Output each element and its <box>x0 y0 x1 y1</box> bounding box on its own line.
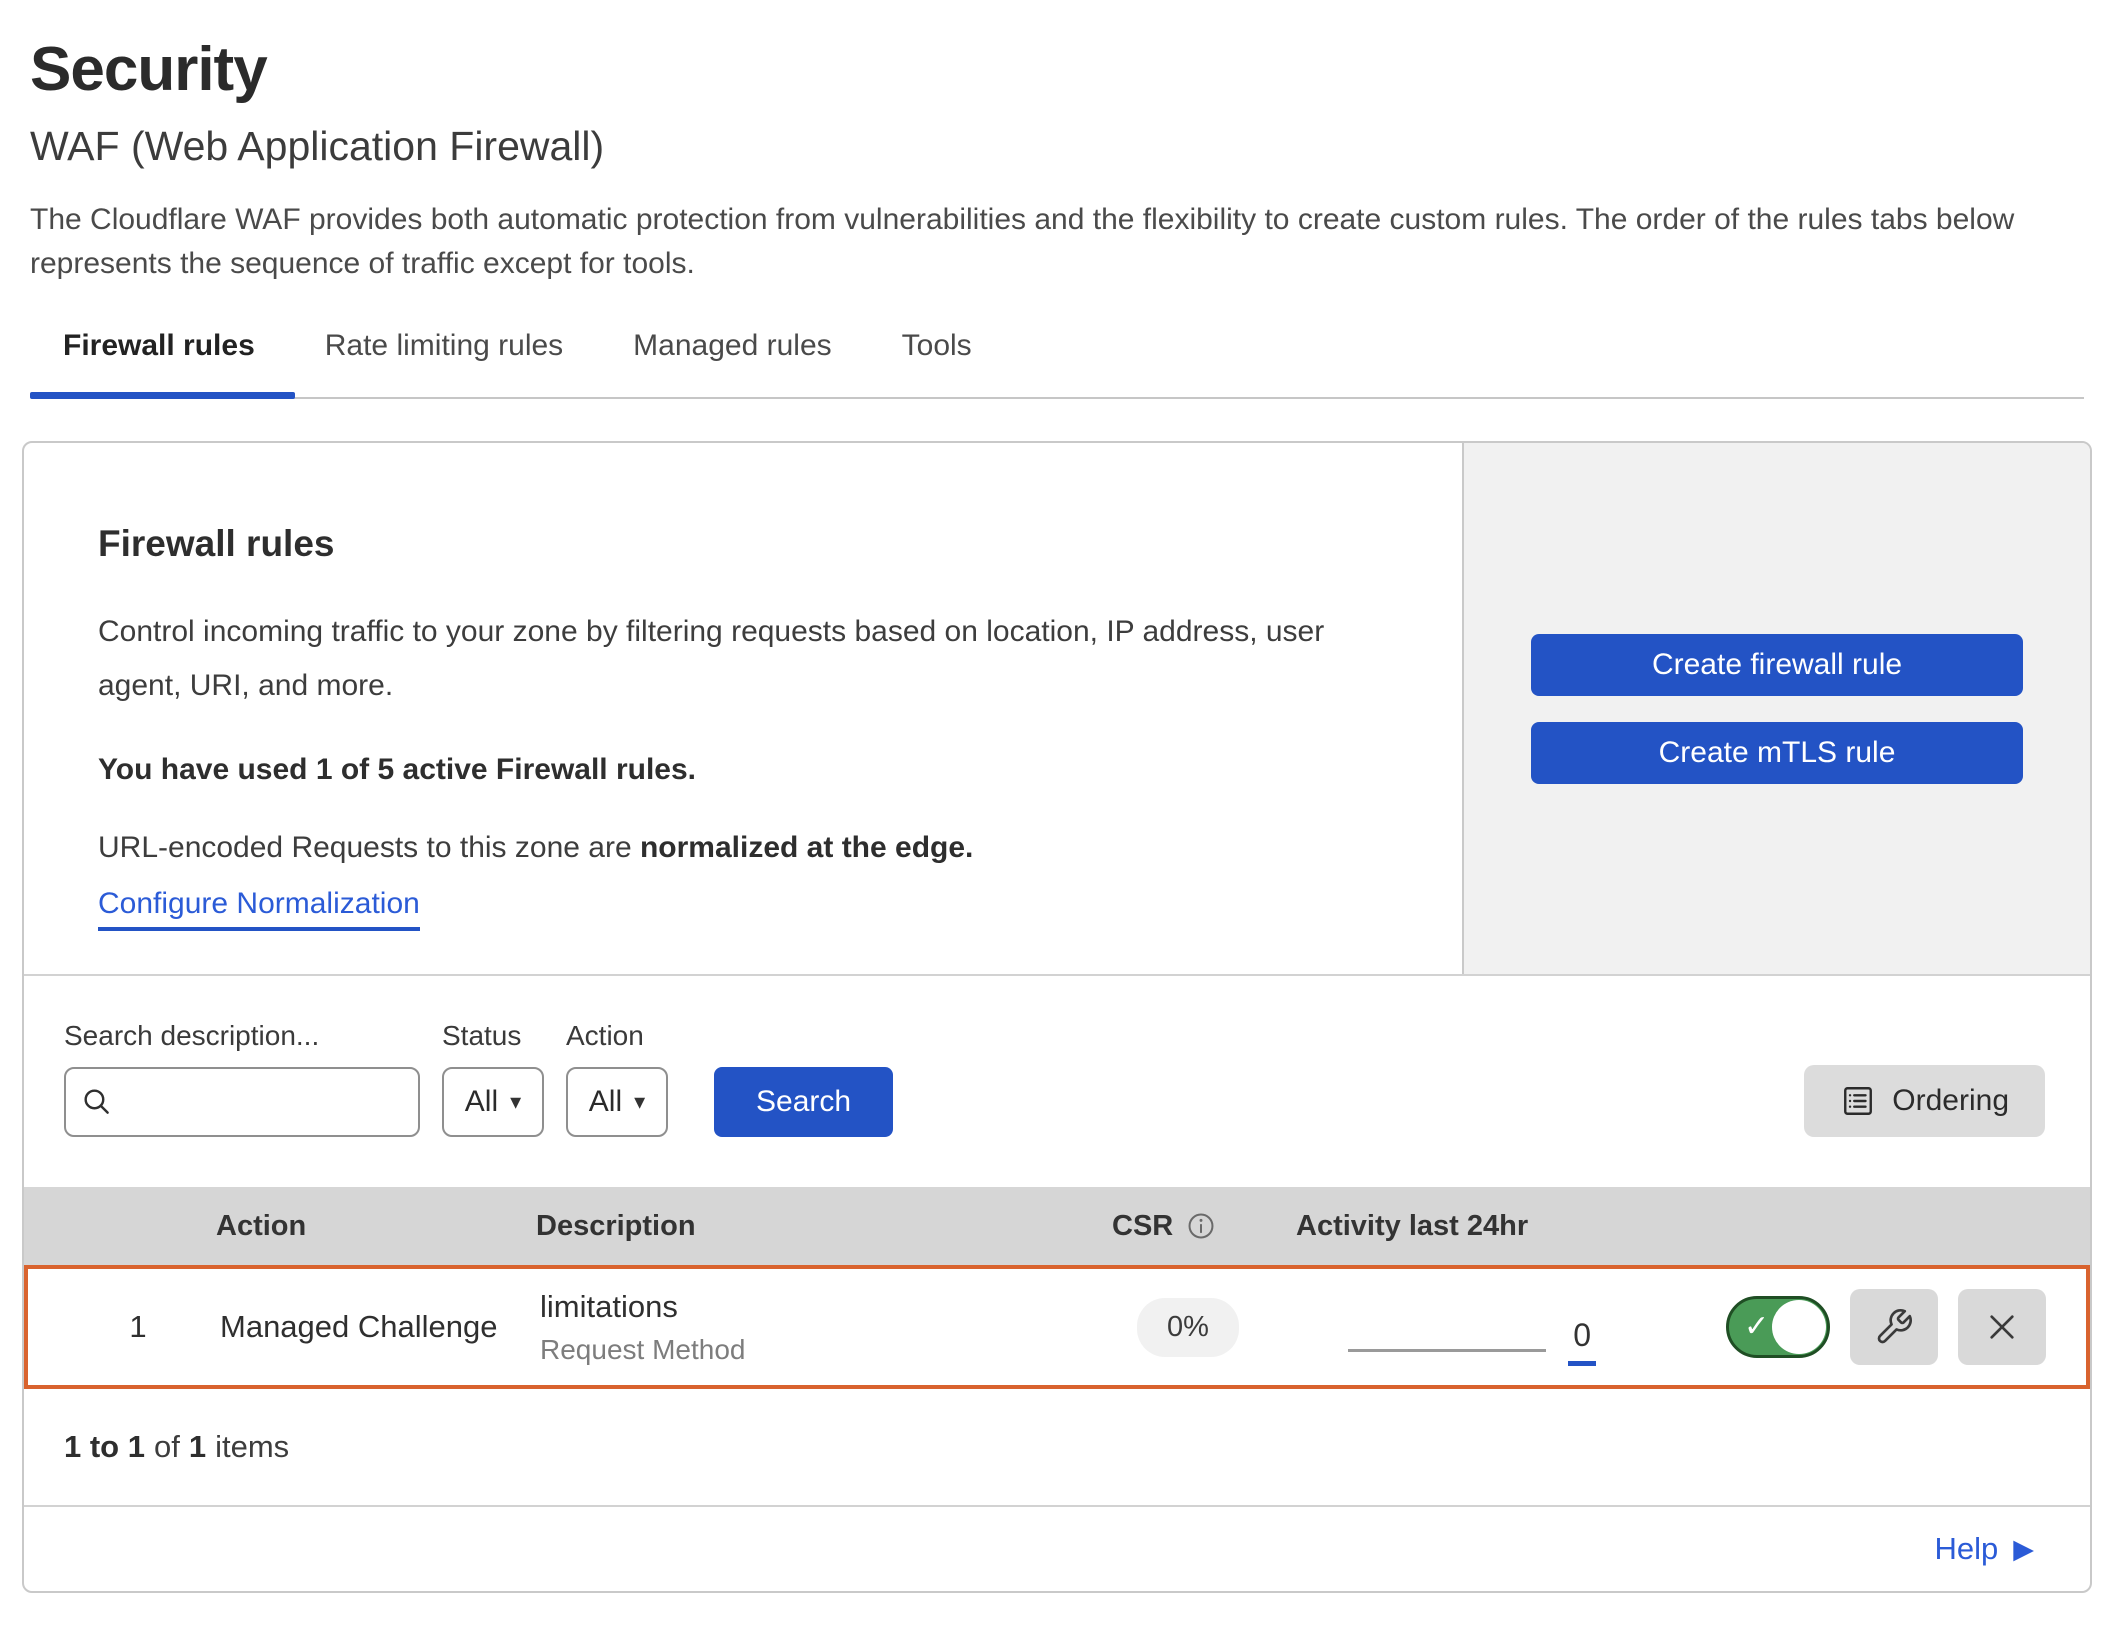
create-firewall-rule-button[interactable]: Create firewall rule <box>1531 634 2023 696</box>
rule-priority: 1 <box>68 1309 208 1345</box>
firewall-rules-info: Firewall rules Control incoming traffic … <box>24 443 1462 974</box>
card-actions-panel: Create firewall rule Create mTLS rule <box>1462 443 2090 974</box>
normalization-note: URL-encoded Requests to this zone are no… <box>98 831 1382 865</box>
chevron-down-icon: ▾ <box>634 1089 645 1115</box>
table-header: Action Description CSR Activity last 24h… <box>24 1187 2090 1265</box>
search-filter-group: Search description... <box>64 1020 420 1137</box>
action-label: Action <box>566 1020 668 1052</box>
close-icon <box>1983 1308 2021 1346</box>
help-link-label: Help <box>1934 1531 1998 1567</box>
items-range: 1 to 1 <box>64 1429 145 1465</box>
column-header-action: Action <box>204 1210 524 1243</box>
edit-rule-button[interactable] <box>1850 1289 1938 1365</box>
action-dropdown[interactable]: All ▾ <box>566 1067 668 1137</box>
rule-action: Managed Challenge <box>208 1309 528 1345</box>
ordering-list-icon <box>1840 1083 1876 1119</box>
column-header-description: Description <box>524 1210 1084 1243</box>
page-title: Security <box>30 34 2084 105</box>
chevron-down-icon: ▾ <box>510 1089 521 1115</box>
search-button[interactable]: Search <box>714 1067 893 1137</box>
info-icon[interactable] <box>1185 1210 1217 1242</box>
configure-normalization-link[interactable]: Configure Normalization <box>98 887 420 931</box>
ordering-button-label: Ordering <box>1892 1084 2009 1118</box>
card-heading: Firewall rules <box>98 523 1382 565</box>
help-bar: Help ▶ <box>24 1507 2090 1591</box>
items-of-label: of <box>154 1429 180 1465</box>
rule-csr-cell: 0% <box>1088 1298 1288 1357</box>
check-icon: ✓ <box>1744 1309 1769 1344</box>
filter-controls: Search description... Status <box>64 1020 893 1137</box>
firewall-rules-card: Firewall rules Control incoming traffic … <box>22 441 2092 1593</box>
status-dropdown-value: All <box>465 1085 498 1119</box>
card-description: Control incoming traffic to your zone by… <box>98 605 1382 713</box>
status-filter-group: Status All ▾ <box>442 1020 544 1137</box>
tab-firewall-rules[interactable]: Firewall rules <box>63 329 255 397</box>
ordering-button[interactable]: Ordering <box>1804 1065 2045 1137</box>
help-link[interactable]: Help ▶ <box>1934 1531 2034 1567</box>
delete-rule-button[interactable] <box>1958 1289 2046 1365</box>
activity-sparkline <box>1348 1349 1546 1352</box>
csr-header-label: CSR <box>1112 1210 1173 1243</box>
page-description: The Cloudflare WAF provides both automat… <box>30 198 2084 285</box>
security-waf-page: Security WAF (Web Application Firewall) … <box>0 0 2114 1593</box>
tab-bar: Firewall rules Rate limiting rules Manag… <box>63 329 2084 399</box>
page-subtitle: WAF (Web Application Firewall) <box>30 123 2084 170</box>
wrench-icon <box>1874 1307 1914 1347</box>
rule-description: limitations <box>540 1289 1088 1325</box>
column-header-csr: CSR <box>1084 1210 1284 1243</box>
csr-badge: 0% <box>1137 1298 1239 1357</box>
rule-description-cell: limitations Request Method <box>528 1289 1088 1366</box>
activity-count-link[interactable]: 0 <box>1568 1317 1596 1366</box>
column-header-activity: Activity last 24hr <box>1284 1210 2050 1243</box>
normalization-text: URL-encoded Requests to this zone are <box>98 831 640 864</box>
rule-enabled-toggle[interactable]: ✓ <box>1726 1296 1830 1358</box>
rule-expression-summary: Request Method <box>540 1334 1088 1366</box>
firewall-rule-row[interactable]: 1 Managed Challenge limitations Request … <box>24 1265 2090 1389</box>
usage-summary: You have used 1 of 5 active Firewall rul… <box>98 753 1382 787</box>
search-input[interactable] <box>122 1084 404 1120</box>
items-label: items <box>215 1429 289 1465</box>
arrow-right-icon: ▶ <box>2013 1536 2034 1563</box>
create-mtls-rule-button[interactable]: Create mTLS rule <box>1531 722 2023 784</box>
search-box[interactable] <box>64 1067 420 1137</box>
status-label: Status <box>442 1020 544 1052</box>
rule-activity-cell: 0 ✓ <box>1288 1289 2046 1366</box>
filter-bar: Search description... Status <box>24 976 2090 1187</box>
tab-rate-limiting-rules[interactable]: Rate limiting rules <box>325 329 563 397</box>
search-label: Search description... <box>64 1020 420 1052</box>
firewall-rules-info-section: Firewall rules Control incoming traffic … <box>24 443 2090 976</box>
status-dropdown[interactable]: All ▾ <box>442 1067 544 1137</box>
tab-tools[interactable]: Tools <box>902 329 972 397</box>
toggle-knob <box>1772 1300 1826 1354</box>
items-total: 1 <box>189 1429 206 1465</box>
search-icon <box>80 1085 114 1119</box>
tab-managed-rules[interactable]: Managed rules <box>633 329 831 397</box>
action-filter-group: Action All ▾ <box>566 1020 668 1137</box>
normalization-bold-text: normalized at the edge. <box>640 831 973 864</box>
action-dropdown-value: All <box>589 1085 622 1119</box>
pagination-summary: 1 to 1 of 1 items <box>24 1389 2090 1507</box>
